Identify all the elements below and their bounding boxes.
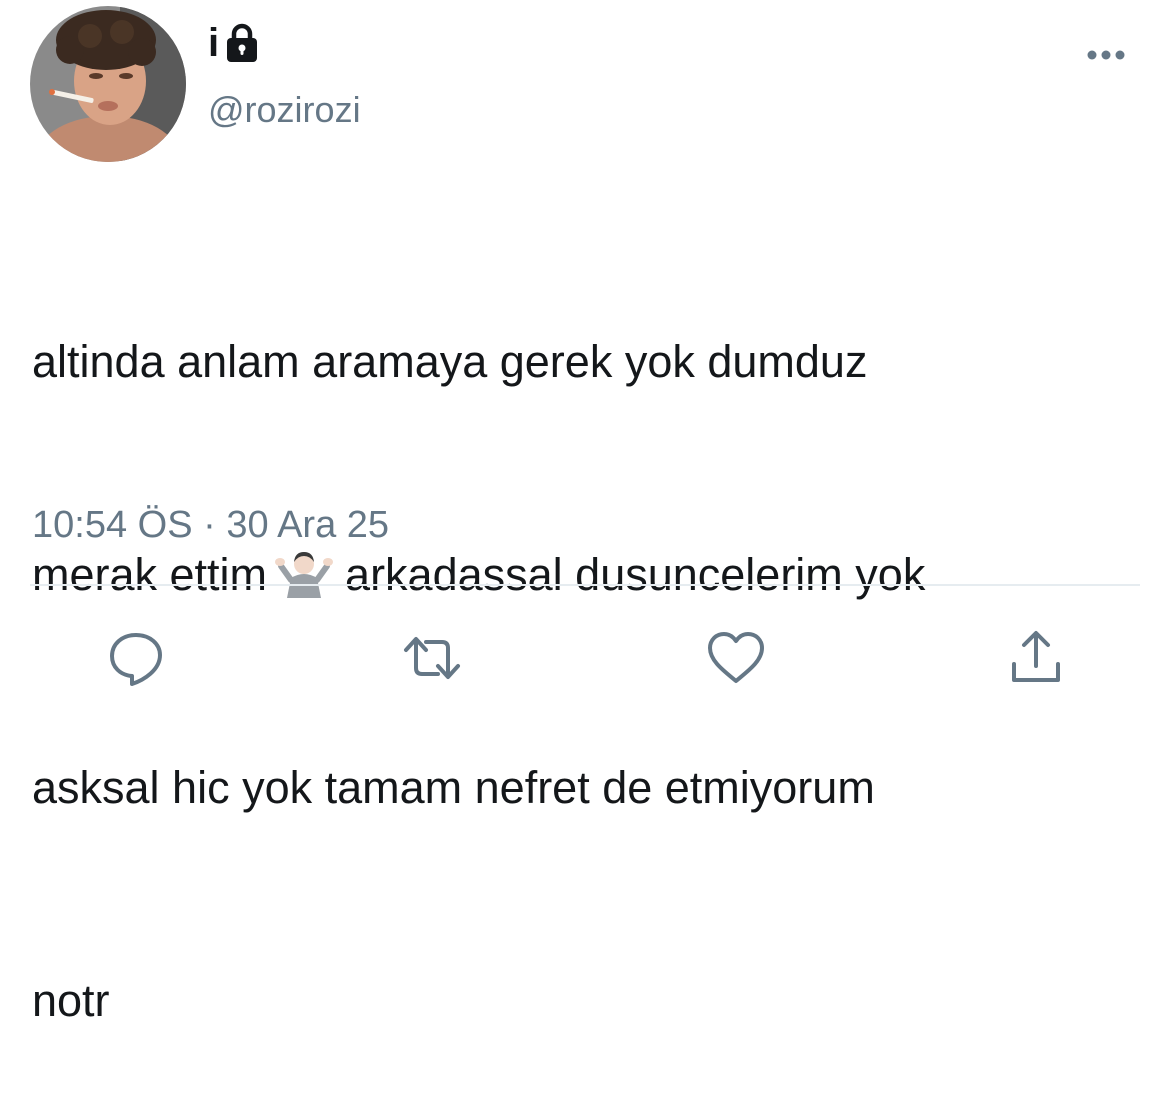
share-icon[interactable] xyxy=(1006,628,1066,688)
reply-icon[interactable] xyxy=(106,628,166,688)
divider xyxy=(30,584,1140,586)
tweet-line: notr xyxy=(32,975,110,1026)
timestamp-time: 10:54 ÖS xyxy=(32,504,193,546)
tweet-line: altinda anlam aramaya gerek yok dumduz xyxy=(32,336,868,387)
retweet-icon[interactable] xyxy=(402,628,462,688)
tweet-line: asksal hic yok tamam nefret de etmiyorum xyxy=(32,762,875,813)
tweet-text: altinda anlam aramaya gerek yok dumduz m… xyxy=(32,184,1157,1107)
timestamp-date: 30 Ara 25 xyxy=(226,504,390,546)
avatar-image xyxy=(30,6,186,162)
tweet-line-part: arkadassal dusuncelerim yok xyxy=(345,549,926,600)
timestamp-separator: · xyxy=(203,504,216,546)
tweet-line: merak ettim arkadassal dusuncelerim yok xyxy=(32,539,1157,610)
person-shrugging-icon xyxy=(275,552,334,598)
avatar[interactable] xyxy=(30,6,186,162)
timestamp[interactable]: 10:54 ÖS · 30 Ara 25 xyxy=(32,503,389,547)
author-name-row[interactable]: i xyxy=(208,18,261,68)
like-icon[interactable] xyxy=(706,628,766,688)
more-options-icon[interactable] xyxy=(1082,40,1130,70)
tweet-line-part: merak ettim xyxy=(32,549,268,600)
display-name[interactable]: i xyxy=(208,23,219,63)
lock-icon xyxy=(227,23,258,62)
handle[interactable]: @rozirozi xyxy=(208,92,361,128)
